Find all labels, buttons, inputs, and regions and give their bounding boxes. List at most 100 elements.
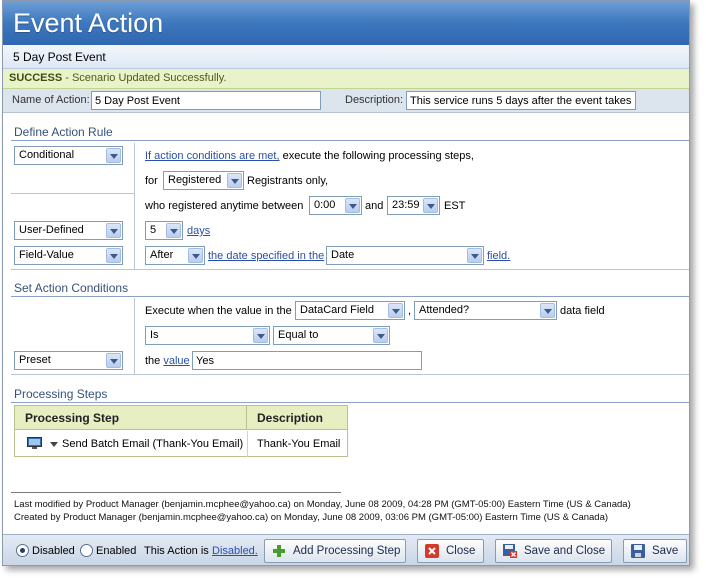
success-status: SUCCESS xyxy=(9,72,63,84)
save-button[interactable]: Save xyxy=(623,539,687,563)
chevron-down-icon xyxy=(106,353,121,368)
for-label: for xyxy=(145,175,158,187)
operator1-value: Is xyxy=(150,329,159,341)
chevron-down-icon xyxy=(106,223,121,238)
chevron-down-icon xyxy=(227,173,242,188)
action-status-prefix: This Action is xyxy=(144,545,209,557)
success-separator: - xyxy=(62,72,72,84)
relation-type-value: Field-Value xyxy=(19,249,74,261)
save-and-close-button[interactable]: Save and Close xyxy=(495,539,612,563)
days-value: 5 xyxy=(150,224,157,236)
rule-row-divider xyxy=(11,193,135,194)
comma-label: , xyxy=(408,305,412,317)
save-label: Save xyxy=(652,545,679,557)
floppy-disk-icon xyxy=(631,544,645,558)
after-select[interactable]: After xyxy=(145,246,205,265)
field-source-select[interactable]: DataCard Field xyxy=(295,301,405,320)
success-text: Scenario Updated Successfully. xyxy=(71,72,227,84)
column-header-step: Processing Step xyxy=(15,406,247,430)
description-label: Description: xyxy=(345,94,404,106)
interval-type-select[interactable]: User-Defined xyxy=(14,221,123,240)
days-link[interactable]: days xyxy=(187,225,210,237)
conditions-divider xyxy=(11,296,689,297)
window-title: Event Action xyxy=(3,1,689,45)
operator2-value: Equal to xyxy=(278,329,319,341)
timezone-label: EST xyxy=(444,200,466,212)
action-status-link[interactable]: Disabled. xyxy=(212,545,258,557)
operator1-select[interactable]: Is xyxy=(145,326,270,345)
if-conditions-line: If action conditions are met, execute th… xyxy=(145,150,474,162)
rule-bottom-divider xyxy=(11,269,689,270)
audit-divider xyxy=(11,492,341,493)
time-from-select[interactable]: 0:00 xyxy=(309,196,362,215)
value-type-select[interactable]: Preset xyxy=(14,351,123,370)
monitor-icon xyxy=(27,437,42,449)
processing-title: Processing Steps xyxy=(14,387,108,401)
step-description-cell: Thank-You Email xyxy=(257,438,341,450)
interval-type-value: User-Defined xyxy=(19,224,84,236)
if-conditions-text: execute the following processing steps, xyxy=(282,150,474,162)
action-name-input[interactable] xyxy=(91,91,321,110)
time-from-value: 0:00 xyxy=(314,199,336,211)
event-action-window: Event Action 5 Day Post Event SUCCESS - … xyxy=(2,0,690,566)
operator2-select[interactable]: Equal to xyxy=(273,326,390,345)
date-field-value: Date xyxy=(331,249,355,261)
created-text: Created by Product Manager (benjamin.mcp… xyxy=(14,512,609,523)
date-specified-link[interactable]: the date specified in the xyxy=(208,250,324,262)
chevron-down-icon xyxy=(540,303,555,318)
if-conditions-link[interactable]: If action conditions are met, xyxy=(145,150,280,162)
field-name-select[interactable]: Attended? xyxy=(414,301,557,320)
chevron-down-icon xyxy=(166,223,181,238)
registrant-type-select[interactable]: Registered xyxy=(163,171,244,190)
close-button[interactable]: Close xyxy=(417,539,484,563)
field-link[interactable]: field. xyxy=(487,250,510,262)
rule-column-divider xyxy=(134,143,135,270)
disabled-radio-label: Disabled xyxy=(32,545,75,557)
days-select[interactable]: 5 xyxy=(145,221,183,240)
define-rule-title: Define Action Rule xyxy=(14,125,113,139)
date-field-select[interactable]: Date xyxy=(326,246,484,265)
bottom-toolbar: Disabled Enabled This Action is Disabled… xyxy=(3,534,689,565)
the-label: the xyxy=(145,355,161,367)
column-header-description: Description xyxy=(247,406,347,430)
chevron-down-icon xyxy=(106,248,121,263)
close-icon xyxy=(425,544,439,558)
conditions-column-divider xyxy=(134,298,135,375)
value-type-value: Preset xyxy=(19,354,51,366)
who-registered-label: who registered anytime between xyxy=(145,200,304,212)
chevron-down-icon xyxy=(345,198,360,213)
define-rule-divider xyxy=(11,140,689,141)
description-input[interactable] xyxy=(406,91,636,110)
add-processing-step-label: Add Processing Step xyxy=(293,545,401,557)
last-modified-text: Last modified by Product Manager (benjam… xyxy=(14,499,631,510)
relation-type-select[interactable]: Field-Value xyxy=(14,246,123,265)
registrant-type-value: Registered xyxy=(168,174,222,186)
save-close-icon xyxy=(503,544,517,558)
add-processing-step-button[interactable]: Add Processing Step xyxy=(264,539,406,563)
and-label: and xyxy=(365,200,384,212)
chevron-down-icon xyxy=(388,303,403,318)
chevron-down-icon xyxy=(106,148,121,163)
step-menu-chevron-icon[interactable] xyxy=(50,442,58,447)
field-name-value: Attended? xyxy=(419,304,470,316)
time-to-select[interactable]: 23:59 xyxy=(387,196,440,215)
name-bar: Name of Action: Description: xyxy=(3,89,689,113)
after-value: After xyxy=(150,249,174,261)
execute-when-label: Execute when the value in the xyxy=(145,305,292,317)
field-source-value: DataCard Field xyxy=(300,304,374,316)
condition-value-input[interactable] xyxy=(192,351,422,370)
conditions-bottom-divider xyxy=(11,374,689,375)
window-subtitle: 5 Day Post Event xyxy=(3,45,689,69)
time-to-value: 23:59 xyxy=(392,199,420,211)
chevron-down-icon xyxy=(467,248,482,263)
cell-divider xyxy=(247,431,248,457)
processing-steps-table: Processing Step Description Send Batch E… xyxy=(14,405,348,457)
value-link[interactable]: value xyxy=(163,355,189,367)
condition-type-select[interactable]: Conditional xyxy=(14,146,123,165)
save-and-close-label: Save and Close xyxy=(524,545,606,557)
close-label: Close xyxy=(446,545,476,557)
disabled-radio[interactable] xyxy=(16,544,29,557)
chevron-down-icon xyxy=(373,328,388,343)
enabled-radio[interactable] xyxy=(80,544,93,557)
enabled-radio-label: Enabled xyxy=(96,545,137,557)
